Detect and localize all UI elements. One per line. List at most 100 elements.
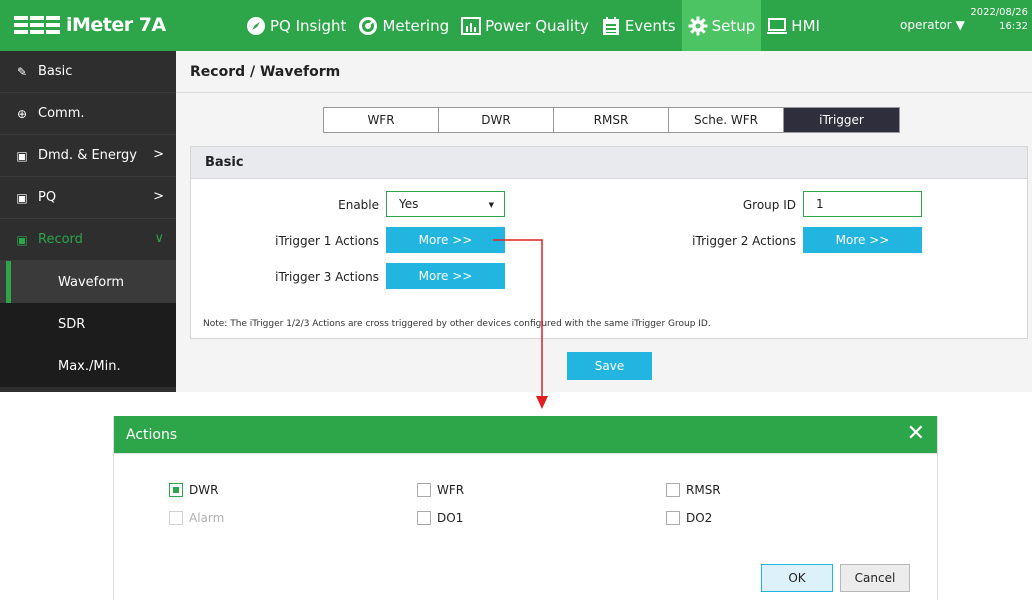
chevron-down-icon: ∨: [154, 231, 164, 246]
clock: 2022/08/26 16:32: [970, 6, 1028, 34]
group-id-input[interactable]: 1: [803, 191, 922, 217]
nav-label: Events: [624, 16, 676, 35]
cet-logo-icon: [14, 16, 60, 34]
itrigger2-more-button[interactable]: More >>: [803, 227, 922, 253]
itrigger1-more-button[interactable]: More >>: [386, 227, 505, 253]
calendar-list-icon: [601, 16, 621, 36]
checkbox-box: [169, 483, 183, 497]
save-button[interactable]: Save: [567, 352, 652, 380]
nav-setup[interactable]: Setup: [681, 0, 762, 51]
sidebar: ✎ Basic ⊕ Comm. ▣ Dmd. & Energy > ▣ PQ >…: [0, 51, 176, 392]
meter-icon: ▣: [16, 190, 28, 205]
checkbox-label: DO1: [437, 511, 464, 525]
top-bar: iMeter 7A PQ Insight Metering Power Qual…: [0, 0, 1032, 51]
itrigger3-more-button[interactable]: More >>: [386, 263, 505, 289]
tab-dwr[interactable]: DWR: [439, 108, 554, 132]
sidebar-item-basic[interactable]: ✎ Basic: [0, 51, 176, 93]
nav-label: PQ Insight: [270, 16, 347, 35]
monitor-icon: [767, 16, 788, 36]
user-menu[interactable]: operator ▼: [900, 18, 965, 32]
nav-hmi[interactable]: HMI: [761, 0, 826, 51]
divider: [176, 92, 1032, 93]
checkbox-wfr[interactable]: WFR: [417, 483, 464, 497]
enable-select[interactable]: Yes ▼: [386, 191, 505, 217]
panel-title: Basic: [191, 147, 1027, 179]
ok-button[interactable]: OK: [761, 564, 833, 592]
clock-date: 2022/08/26: [970, 7, 1028, 18]
nav-label: Power Quality: [485, 16, 589, 35]
itrigger2-label: iTrigger 2 Actions: [692, 234, 796, 248]
wrench-icon: ✎: [16, 64, 28, 79]
group-id-label: Group ID: [742, 198, 796, 212]
dialog-header: Actions ✕: [114, 416, 937, 453]
nav-events[interactable]: Events: [595, 0, 682, 51]
enable-label: Enable: [338, 198, 379, 212]
chevron-right-icon: >: [153, 189, 164, 204]
enable-value: Yes: [399, 197, 419, 211]
checkbox-box: [417, 511, 431, 525]
page-title: Record / Waveform: [190, 64, 341, 80]
sidebar-subitem-label: Max./Min.: [58, 358, 121, 374]
sidebar-item-demand-energy[interactable]: ▣ Dmd. & Energy >: [0, 135, 176, 177]
checkbox-box: [666, 483, 680, 497]
sidebar-submenu: Waveform SDR Max./Min.: [0, 261, 176, 387]
basic-panel: Basic Enable Yes ▼ Group ID 1 iTrigger 1…: [190, 146, 1028, 339]
meter-icon: ▣: [16, 148, 28, 163]
sidebar-item-label: PQ: [38, 190, 57, 205]
checkbox-box: [666, 511, 680, 525]
sidebar-subitem-waveform[interactable]: Waveform: [0, 261, 176, 303]
actions-dialog: Actions ✕ DWR WFR RMSR Alarm DO1 DO2 OK: [113, 416, 939, 600]
nav-metering[interactable]: Metering: [352, 0, 455, 51]
itrigger1-label: iTrigger 1 Actions: [275, 234, 379, 248]
close-icon[interactable]: ✕: [907, 422, 925, 446]
sidebar-subitem-label: SDR: [58, 316, 86, 332]
tab-rmsr[interactable]: RMSR: [554, 108, 669, 132]
checkbox-dwr[interactable]: DWR: [169, 483, 218, 497]
nav-label: Setup: [711, 16, 756, 35]
checkbox-do1[interactable]: DO1: [417, 511, 463, 525]
tab-itrigger[interactable]: iTrigger: [784, 108, 899, 132]
sidebar-item-label: Record: [38, 232, 83, 247]
gauge-icon: [358, 16, 378, 36]
checkbox-label: DWR: [189, 483, 219, 497]
compass-icon: [246, 16, 266, 36]
meter-icon: ▣: [16, 232, 28, 247]
divider: [114, 453, 939, 454]
sidebar-item-label: Comm.: [38, 106, 85, 121]
dialog-title: Actions: [126, 426, 178, 443]
nav-label: HMI: [791, 16, 820, 35]
checkbox-label: DO2: [686, 511, 713, 525]
sidebar-subitem-max-min[interactable]: Max./Min.: [0, 345, 176, 387]
nav-label: Metering: [382, 16, 450, 35]
gear-icon: [688, 16, 708, 36]
checkbox-box: [169, 511, 183, 525]
note-text: Note: The iTrigger 1/2/3 Actions are cro…: [203, 319, 711, 329]
checkbox-label: WFR: [437, 483, 465, 497]
caret-down-icon: ▼: [955, 18, 965, 32]
checkbox-rmsr[interactable]: RMSR: [666, 483, 721, 497]
main-nav: PQ Insight Metering Power Quality Events: [240, 0, 826, 51]
tab-bar: WFR DWR RMSR Sche. WFR iTrigger: [323, 107, 900, 133]
sidebar-item-label: Basic: [38, 64, 73, 79]
itrigger3-label: iTrigger 3 Actions: [275, 270, 379, 284]
bar-chart-icon: [461, 16, 482, 36]
tab-sche-wfr[interactable]: Sche. WFR: [669, 108, 784, 132]
caret-down-icon: ▼: [488, 201, 494, 209]
app-logo: iMeter 7A: [14, 11, 166, 39]
nav-power-quality[interactable]: Power Quality: [455, 0, 595, 51]
globe-icon: ⊕: [16, 106, 28, 121]
checkbox-do2[interactable]: DO2: [666, 511, 712, 525]
chevron-right-icon: >: [153, 147, 164, 162]
nav-pq-insight[interactable]: PQ Insight: [240, 0, 352, 51]
sidebar-item-comm[interactable]: ⊕ Comm.: [0, 93, 176, 135]
sidebar-item-label: Dmd. & Energy: [38, 148, 137, 163]
cancel-button[interactable]: Cancel: [840, 564, 910, 592]
main-content: Record / Waveform WFR DWR RMSR Sche. WFR…: [176, 51, 1032, 392]
tab-wfr[interactable]: WFR: [324, 108, 439, 132]
sidebar-item-record[interactable]: ▣ Record ∨: [0, 219, 176, 261]
app-screen: iMeter 7A PQ Insight Metering Power Qual…: [0, 0, 1032, 600]
app-name: iMeter 7A: [66, 14, 166, 36]
sidebar-item-pq[interactable]: ▣ PQ >: [0, 177, 176, 219]
sidebar-subitem-sdr[interactable]: SDR: [0, 303, 176, 345]
checkbox-alarm: Alarm: [169, 511, 224, 525]
